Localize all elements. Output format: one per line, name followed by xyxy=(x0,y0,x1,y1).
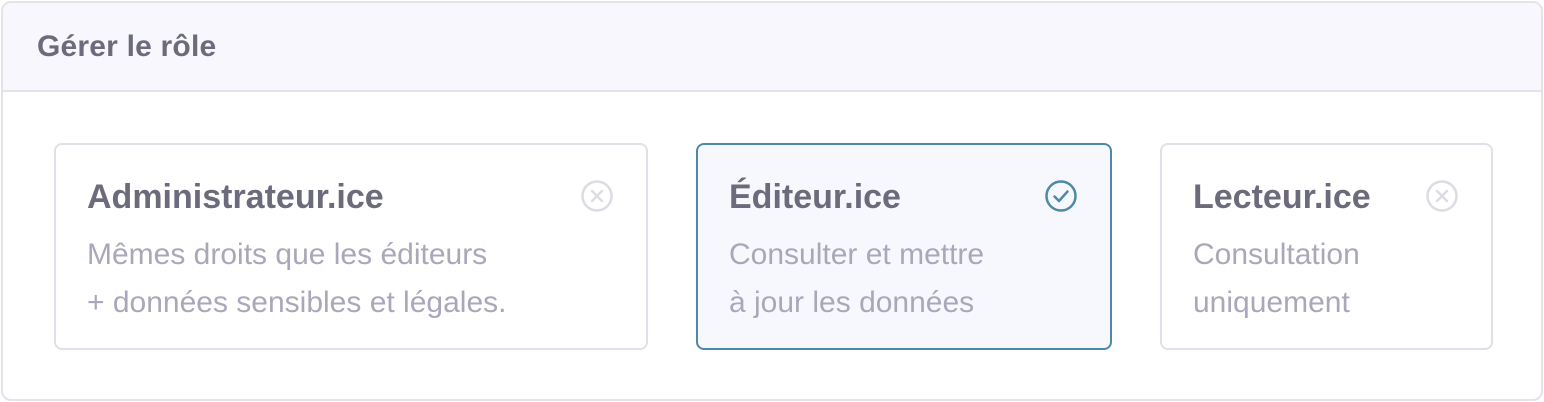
role-card-description-line: Mêmes droits que les éditeurs xyxy=(87,238,488,271)
role-card-lecteur[interactable]: Lecteur.ice Consultation uniquement xyxy=(1160,143,1493,350)
role-card-title: Éditeur.ice xyxy=(729,178,901,216)
role-card-title: Lecteur.ice xyxy=(1193,178,1371,216)
role-card-title: Administrateur.ice xyxy=(87,178,384,216)
role-card-administrateur[interactable]: Administrateur.ice Mêmes droits que les … xyxy=(54,143,648,350)
manage-role-panel: Gérer le rôle Administrateur.ice Mêmes d… xyxy=(1,1,1543,401)
check-circle-icon xyxy=(1045,180,1077,212)
role-card-description-line: Consulter et mettre xyxy=(729,238,985,271)
panel-header: Gérer le rôle xyxy=(3,3,1541,92)
x-circle-icon xyxy=(1426,180,1458,212)
role-card-description-line: Consultation xyxy=(1193,238,1360,271)
role-card-description: Mêmes droits que les éditeurs + données … xyxy=(87,231,506,327)
role-card-description: Consulter et mettre à jour les données xyxy=(729,231,984,327)
role-card-description-line: + données sensibles et légales. xyxy=(87,286,507,319)
role-card-description-line: uniquement xyxy=(1193,286,1350,319)
panel-title: Gérer le rôle xyxy=(37,29,217,63)
role-card-editeur[interactable]: Éditeur.ice Consulter et mettre à jour l… xyxy=(696,143,1112,350)
x-circle-icon xyxy=(581,180,613,212)
role-card-description: Consultation uniquement xyxy=(1193,231,1360,327)
role-card-description-line: à jour les données xyxy=(729,286,975,319)
